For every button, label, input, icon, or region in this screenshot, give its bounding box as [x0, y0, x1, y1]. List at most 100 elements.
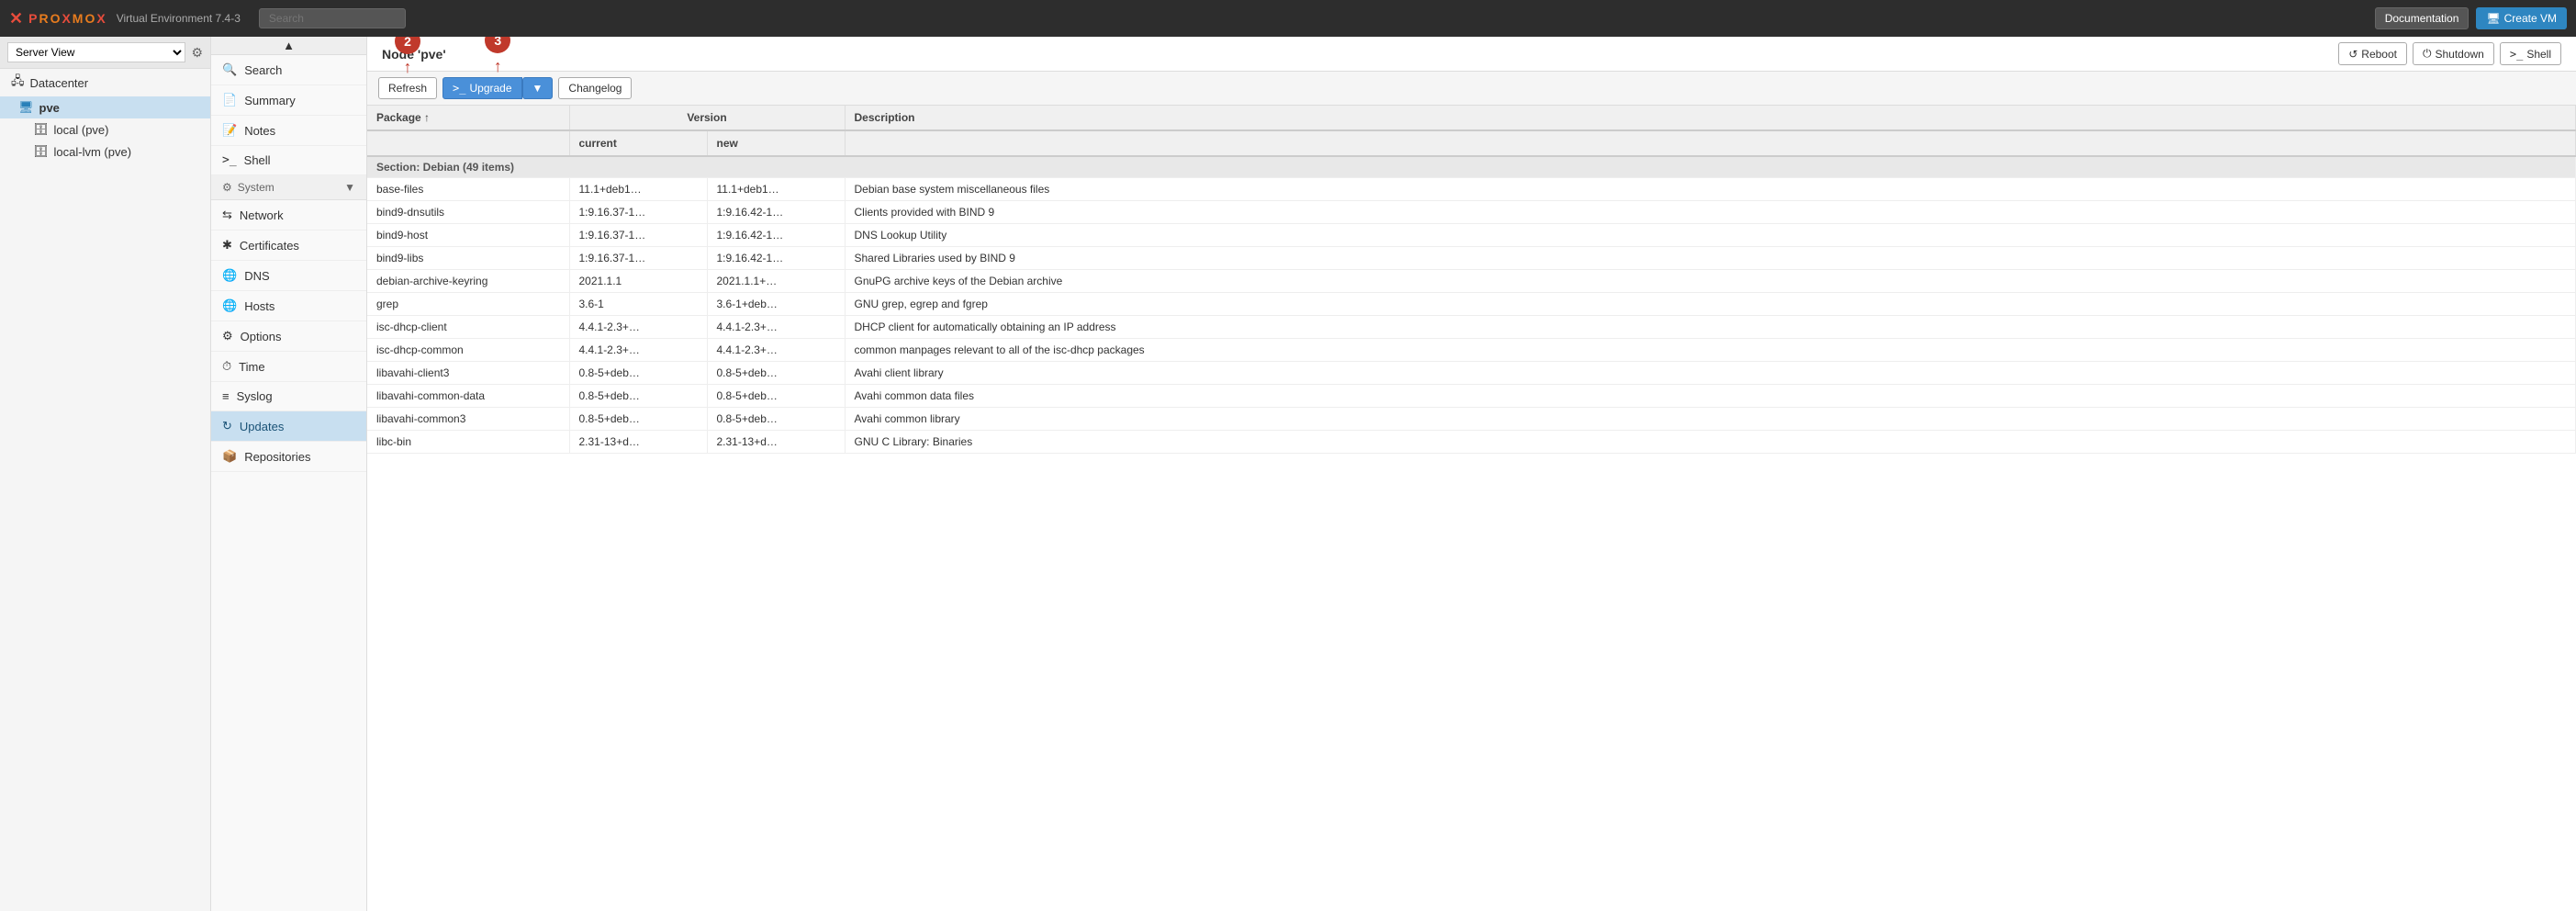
table-row: isc-dhcp-client 4.4.1-2.3+… 4.4.1-2.3+… … [367, 316, 2576, 339]
pve-icon: 🖥 [18, 100, 34, 115]
nav-item-time[interactable]: ⏱ Time [211, 352, 366, 382]
cell-description: Avahi common data files [845, 385, 2576, 408]
notes-nav-icon: 📝 [222, 123, 237, 138]
upgrade-dropdown-button[interactable]: ▼ [522, 77, 554, 99]
sidebar: Server View ⚙ 🖧 Datacenter 🖥 pve 🗄 local… [0, 37, 211, 911]
table-row: debian-archive-keyring 2021.1.1 2021.1.1… [367, 270, 2576, 293]
cell-package: libavahi-client3 [367, 362, 569, 385]
section-collapse-icon: ▼ [344, 181, 355, 194]
cell-description: Debian base system miscellaneous files [845, 178, 2576, 201]
cell-new: 11.1+deb1… [707, 178, 845, 201]
cell-package: bind9-libs [367, 247, 569, 270]
node-header-title: Node 'pve' [382, 47, 2338, 62]
cell-package: bind9-host [367, 224, 569, 247]
cell-new: 0.8-5+deb… [707, 362, 845, 385]
storage-icon: 🗄 [33, 122, 49, 137]
nav-item-updates[interactable]: ↻ Updates [211, 411, 366, 442]
sidebar-item-local-lvm[interactable]: 🗄 local-lvm (pve) [0, 141, 210, 163]
cell-description: GNU grep, egrep and fgrep [845, 293, 2576, 316]
storage-lvm-icon: 🗄 [33, 144, 49, 159]
nav-item-repositories[interactable]: 📦 Repositories [211, 442, 366, 472]
upgrade-shell-icon: >_ [453, 82, 465, 95]
cell-package: bind9-dnsutils [367, 201, 569, 224]
nav-item-summary[interactable]: 📄 Summary [211, 85, 366, 116]
table-subheader-row: current new [367, 130, 2576, 156]
cell-description: Avahi common library [845, 408, 2576, 431]
nav-section-system: ⚙ System ▼ [211, 175, 366, 200]
system-section-icon: ⚙ [222, 181, 232, 194]
search-nav-icon: 🔍 [222, 62, 237, 77]
cell-package: debian-archive-keyring [367, 270, 569, 293]
server-view-select[interactable]: Server View [7, 42, 185, 62]
topbar-search-input[interactable] [259, 8, 406, 28]
topbar-search-container [259, 8, 406, 28]
nav-item-search[interactable]: 🔍 Search [211, 55, 366, 85]
monitor-icon: 🖥 [2486, 12, 2500, 25]
cell-current: 1:9.16.37-1… [569, 247, 707, 270]
sidebar-item-local-pve[interactable]: 🗄 local (pve) [0, 118, 210, 141]
table-row: grep 3.6-1 3.6-1+deb… GNU grep, egrep an… [367, 293, 2576, 316]
nav-item-syslog[interactable]: ≡ Syslog [211, 382, 366, 411]
logo-text: PROXMOX [28, 11, 107, 26]
cell-description: GNU C Library: Binaries [845, 431, 2576, 454]
nav-item-dns[interactable]: 🌐 DNS [211, 261, 366, 291]
table-row: libavahi-common3 0.8-5+deb… 0.8-5+deb… A… [367, 408, 2576, 431]
cell-current: 4.4.1-2.3+… [569, 316, 707, 339]
cell-current: 0.8-5+deb… [569, 362, 707, 385]
cell-package: libavahi-common3 [367, 408, 569, 431]
cell-package: libavahi-common-data [367, 385, 569, 408]
nav-scroll-up[interactable]: ▲ [211, 37, 366, 55]
cell-current: 3.6-1 [569, 293, 707, 316]
cell-description: DNS Lookup Utility [845, 224, 2576, 247]
cell-current: 4.4.1-2.3+… [569, 339, 707, 362]
table-body: Section: Debian (49 items) base-files 11… [367, 156, 2576, 454]
topbar: ✕ PROXMOX Virtual Environment 7.4-3 Docu… [0, 0, 2576, 37]
topbar-right: Documentation 🖥 Create VM [2375, 7, 2567, 29]
nav-item-options[interactable]: ⚙ Options [211, 321, 366, 352]
topbar-subtitle: Virtual Environment 7.4-3 [117, 12, 241, 25]
col-header-version: Version [569, 106, 845, 130]
table-row: bind9-libs 1:9.16.37-1… 1:9.16.42-1… Sha… [367, 247, 2576, 270]
create-vm-button[interactable]: 🖥 Create VM [2476, 7, 2567, 29]
upgrade-button-group: >_ Upgrade ▼ ↑ 3 [442, 77, 553, 99]
shutdown-button[interactable]: ⏻ Shutdown [2413, 42, 2494, 65]
cell-description: DHCP client for automatically obtaining … [845, 316, 2576, 339]
refresh-button[interactable]: Refresh ↑ 2 [378, 77, 437, 99]
cell-current: 11.1+deb1… [569, 178, 707, 201]
repos-nav-icon: 📦 [222, 449, 237, 464]
reboot-icon: ↺ [2348, 48, 2358, 61]
shell-button[interactable]: >_ Shell [2500, 42, 2561, 65]
cell-new: 1:9.16.42-1… [707, 224, 845, 247]
middle-nav: ▲ 🔍 Search 📄 Summary 📝 Notes >_ Shell ⚙ … [211, 37, 367, 911]
cell-package: libc-bin [367, 431, 569, 454]
node-header: Node 'pve' ↺ Reboot ⏻ Shutdown >_ Shell [367, 37, 2576, 72]
sidebar-item-pve[interactable]: 🖥 pve [0, 96, 210, 118]
cell-new: 3.6-1+deb… [707, 293, 845, 316]
nav-item-notes[interactable]: 📝 Notes [211, 116, 366, 146]
col-header-new: new [707, 130, 845, 156]
cell-current: 0.8-5+deb… [569, 408, 707, 431]
table-row: libavahi-client3 0.8-5+deb… 0.8-5+deb… A… [367, 362, 2576, 385]
reboot-button[interactable]: ↺ Reboot [2338, 42, 2407, 65]
nav-item-network[interactable]: ⇆ Network [211, 200, 366, 231]
cell-description: GnuPG archive keys of the Debian archive [845, 270, 2576, 293]
upgrade-arrow: ↑ [494, 57, 502, 76]
cell-description: Avahi client library [845, 362, 2576, 385]
cell-current: 2021.1.1 [569, 270, 707, 293]
nav-item-certificates[interactable]: ✱ Certificates [211, 231, 366, 261]
content-area: Node 'pve' ↺ Reboot ⏻ Shutdown >_ Shell … [367, 37, 2576, 911]
updates-table: Package ↑ Version Description current ne… [367, 106, 2576, 454]
upgrade-button[interactable]: >_ Upgrade [442, 77, 521, 99]
changelog-button[interactable]: Changelog [558, 77, 632, 99]
cert-nav-icon: ✱ [222, 238, 232, 253]
col-header-package: Package ↑ [367, 106, 569, 130]
documentation-button[interactable]: Documentation [2375, 7, 2470, 29]
time-nav-icon: ⏱ [222, 359, 231, 374]
nav-item-hosts[interactable]: 🌐 Hosts [211, 291, 366, 321]
settings-gear-icon[interactable]: ⚙ [191, 45, 203, 61]
nav-item-shell[interactable]: >_ Shell [211, 146, 366, 175]
logo-icon: ✕ [9, 9, 23, 28]
table-row: bind9-dnsutils 1:9.16.37-1… 1:9.16.42-1…… [367, 201, 2576, 224]
sidebar-item-datacenter[interactable]: 🖧 Datacenter [0, 69, 210, 96]
cell-current: 1:9.16.37-1… [569, 224, 707, 247]
